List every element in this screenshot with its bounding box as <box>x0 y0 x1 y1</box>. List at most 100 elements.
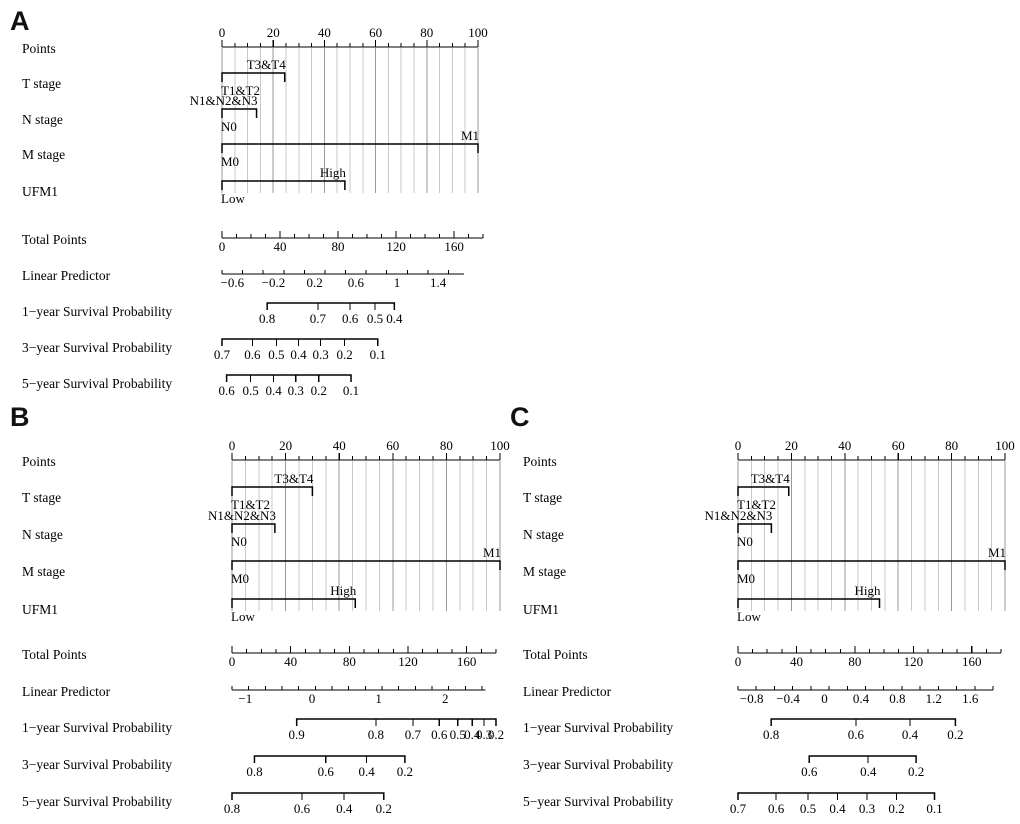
svg-text:160: 160 <box>444 239 464 254</box>
svg-text:0: 0 <box>821 691 828 706</box>
svg-text:N0: N0 <box>231 534 247 549</box>
svg-text:80: 80 <box>420 25 433 40</box>
svg-text:0.2: 0.2 <box>311 383 327 398</box>
row-label-survival-3year: 3−year Survival Probability <box>523 757 674 772</box>
svg-text:40: 40 <box>284 654 297 669</box>
svg-text:0.5: 0.5 <box>800 801 816 816</box>
svg-text:0: 0 <box>229 438 236 453</box>
row-label-survival-1year: 1−year Survival Probability <box>523 720 674 735</box>
svg-text:120: 120 <box>398 654 418 669</box>
svg-text:0.8: 0.8 <box>224 801 240 816</box>
svg-text:0.6: 0.6 <box>848 727 865 742</box>
row-label-survival-5year: 5−year Survival Probability <box>22 794 173 809</box>
svg-text:T3&T4: T3&T4 <box>274 471 313 486</box>
svg-text:0.7: 0.7 <box>405 727 422 742</box>
svg-text:0.7: 0.7 <box>310 311 327 326</box>
svg-text:0.8: 0.8 <box>889 691 905 706</box>
svg-text:N0: N0 <box>737 534 753 549</box>
svg-text:0: 0 <box>219 25 226 40</box>
svg-text:−0.6: −0.6 <box>220 275 244 290</box>
svg-text:160: 160 <box>457 654 477 669</box>
svg-text:0.1: 0.1 <box>343 383 359 398</box>
row-label-t-stage: T stage <box>22 490 62 505</box>
svg-text:0.6: 0.6 <box>431 727 448 742</box>
svg-text:−0.2: −0.2 <box>262 275 286 290</box>
svg-text:−0.4: −0.4 <box>776 691 800 706</box>
row-label-linear-predictor: Linear Predictor <box>22 268 111 283</box>
row-label-ufm1: UFM1 <box>22 602 59 617</box>
svg-text:0.3: 0.3 <box>288 383 304 398</box>
row-label-total-points: Total Points <box>22 647 87 662</box>
svg-text:T3&T4: T3&T4 <box>247 57 286 72</box>
svg-text:60: 60 <box>386 438 399 453</box>
svg-text:0.7: 0.7 <box>730 801 747 816</box>
svg-text:0: 0 <box>219 239 226 254</box>
svg-text:60: 60 <box>892 438 905 453</box>
row-label-n-stage: N stage <box>22 112 63 127</box>
svg-text:80: 80 <box>343 654 356 669</box>
svg-text:0.3: 0.3 <box>312 347 328 362</box>
svg-text:0.3: 0.3 <box>859 801 875 816</box>
svg-text:40: 40 <box>274 239 287 254</box>
svg-text:M1: M1 <box>461 128 479 143</box>
svg-text:0.6: 0.6 <box>318 764 335 779</box>
svg-text:120: 120 <box>904 654 924 669</box>
row-label-survival-1year: 1−year Survival Probability <box>22 720 173 735</box>
svg-text:0.2: 0.2 <box>307 275 323 290</box>
row-label-points: Points <box>523 454 557 469</box>
svg-text:100: 100 <box>995 438 1015 453</box>
svg-text:T3&T4: T3&T4 <box>751 471 790 486</box>
row-label-survival-3year: 3−year Survival Probability <box>22 340 173 355</box>
row-label-total-points: Total Points <box>523 647 588 662</box>
svg-text:0.1: 0.1 <box>926 801 942 816</box>
svg-text:0.8: 0.8 <box>763 727 779 742</box>
svg-text:0: 0 <box>309 691 316 706</box>
svg-text:High: High <box>855 583 882 598</box>
row-label-m-stage: M stage <box>22 564 66 579</box>
svg-text:High: High <box>320 165 347 180</box>
svg-text:60: 60 <box>369 25 382 40</box>
row-label-survival-3year: 3−year Survival Probability <box>22 757 173 772</box>
svg-text:M1: M1 <box>483 545 501 560</box>
row-label-m-stage: M stage <box>22 147 66 162</box>
svg-text:0.8: 0.8 <box>259 311 275 326</box>
svg-text:0.2: 0.2 <box>947 727 963 742</box>
svg-text:0.6: 0.6 <box>218 383 235 398</box>
svg-text:0.4: 0.4 <box>265 383 282 398</box>
svg-text:0.8: 0.8 <box>246 764 262 779</box>
svg-text:0.6: 0.6 <box>294 801 311 816</box>
svg-text:0: 0 <box>735 438 742 453</box>
svg-text:1.6: 1.6 <box>962 691 979 706</box>
svg-text:80: 80 <box>945 438 958 453</box>
row-label-linear-predictor: Linear Predictor <box>22 684 111 699</box>
svg-text:80: 80 <box>848 654 861 669</box>
svg-text:−1: −1 <box>238 691 252 706</box>
svg-text:20: 20 <box>279 438 292 453</box>
svg-text:M0: M0 <box>221 154 239 169</box>
svg-text:0.4: 0.4 <box>860 764 877 779</box>
svg-text:0.2: 0.2 <box>888 801 904 816</box>
svg-text:1: 1 <box>375 691 382 706</box>
nomogram-panel-a: A 0 20 40 60 80 100 T1&T2 T3&T4 N0 N1&N2&N3 M0 M1 Lo… <box>0 0 520 400</box>
svg-text:0.6: 0.6 <box>342 311 359 326</box>
svg-text:M0: M0 <box>737 571 755 586</box>
svg-text:80: 80 <box>332 239 345 254</box>
row-label-m-stage: M stage <box>523 564 567 579</box>
svg-text:0.6: 0.6 <box>801 764 818 779</box>
row-label-survival-1year: 1−year Survival Probability <box>22 304 173 319</box>
svg-text:0.4: 0.4 <box>359 764 376 779</box>
row-label-total-points: Total Points <box>22 232 87 247</box>
svg-text:N1&N2&N3: N1&N2&N3 <box>208 508 276 523</box>
svg-text:Low: Low <box>221 191 245 206</box>
svg-text:160: 160 <box>962 654 982 669</box>
row-label-survival-5year: 5−year Survival Probability <box>523 794 674 809</box>
row-label-points: Points <box>22 41 56 56</box>
row-label-survival-5year: 5−year Survival Probability <box>22 376 173 391</box>
svg-text:0.4: 0.4 <box>829 801 846 816</box>
svg-text:N0: N0 <box>221 119 237 134</box>
svg-text:N1&N2&N3: N1&N2&N3 <box>704 508 772 523</box>
svg-text:0.8: 0.8 <box>368 727 384 742</box>
svg-text:0.2: 0.2 <box>397 764 413 779</box>
svg-text:0.4: 0.4 <box>386 311 403 326</box>
svg-text:Low: Low <box>737 609 761 624</box>
